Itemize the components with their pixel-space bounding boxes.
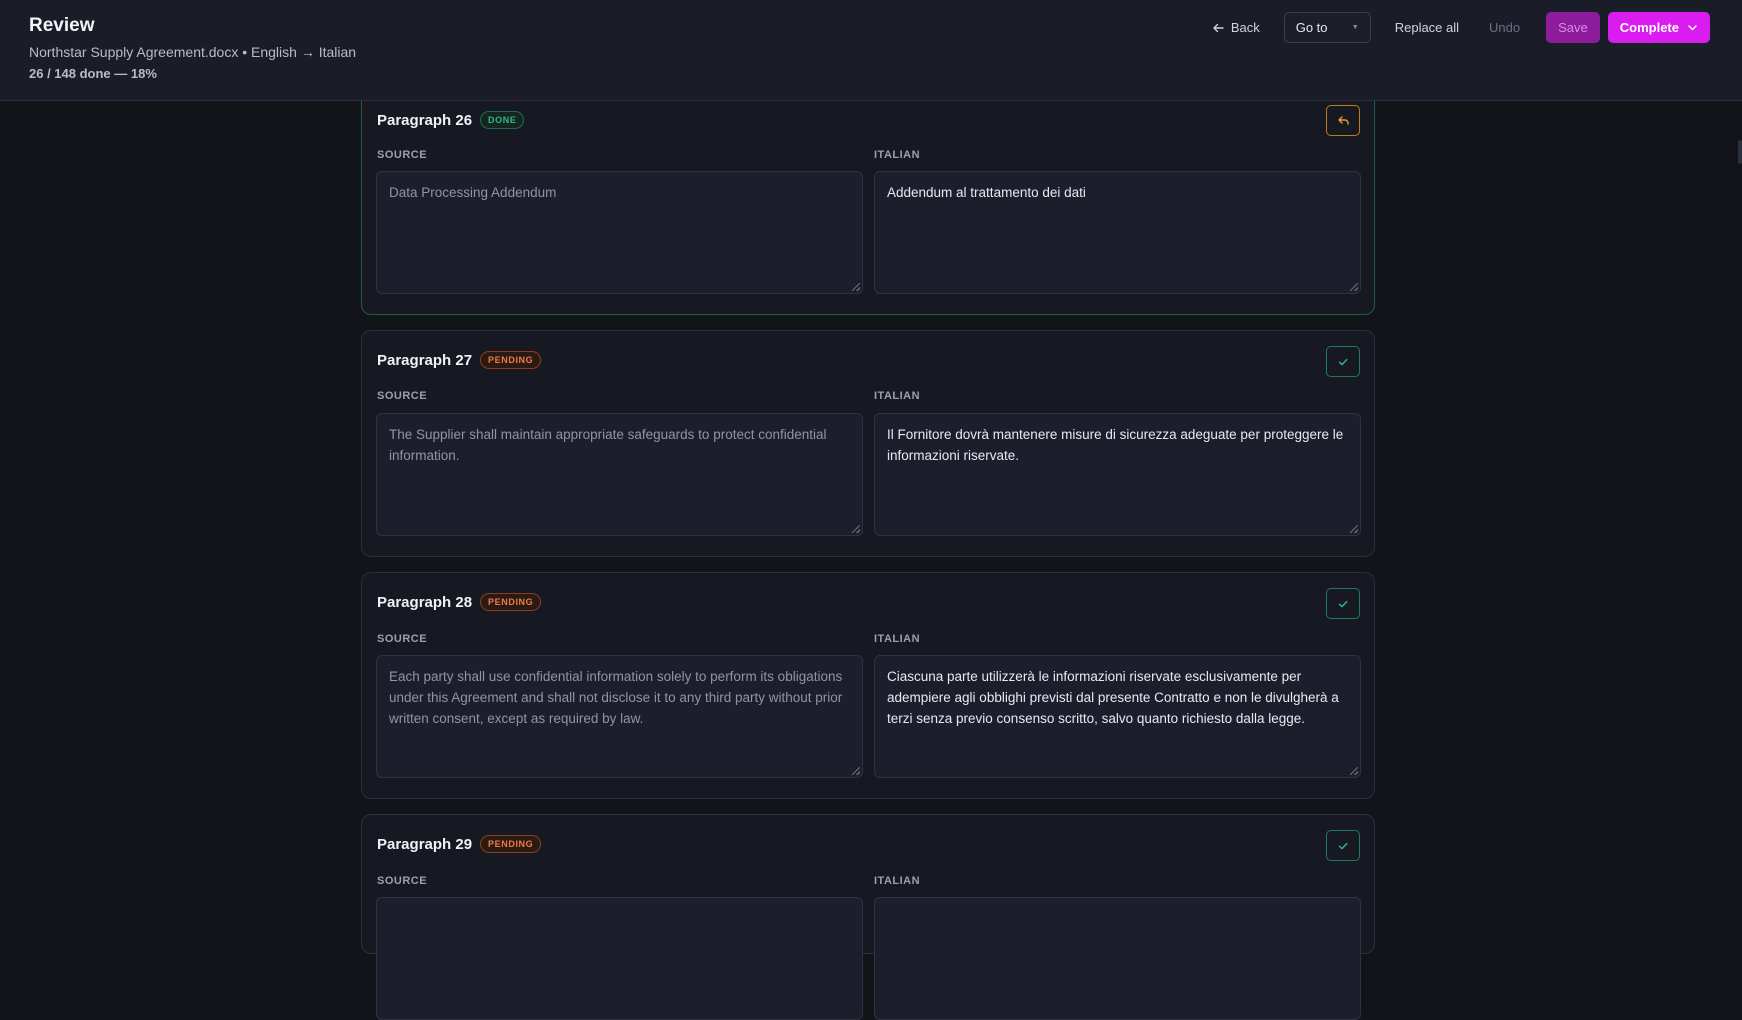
check-icon: [1338, 600, 1348, 607]
paragraph-card: Paragraph 28 PENDING SOURCE ITALIAN Each…: [361, 572, 1375, 799]
target-label: ITALIAN: [874, 390, 921, 402]
paragraph-card: Paragraph 27 PENDING SOURCE ITALIAN The …: [361, 330, 1375, 557]
replace-all-button[interactable]: Replace all: [1383, 12, 1471, 43]
resize-handle[interactable]: [852, 767, 860, 775]
paragraph-title: Paragraph 29: [377, 835, 473, 853]
arrow-left-icon: [1213, 23, 1224, 32]
review-header: Review Northstar Supply Agreement.docx •…: [0, 0, 1742, 101]
resize-handle[interactable]: [1350, 767, 1358, 775]
paragraph-header: Paragraph 28 PENDING: [377, 593, 542, 611]
status-badge: PENDING: [480, 835, 542, 853]
chevron-down-icon: [1688, 25, 1697, 31]
target-label: ITALIAN: [874, 149, 921, 161]
source-textarea[interactable]: Each party shall use confidential inform…: [376, 655, 863, 778]
translation-textarea[interactable]: Ciascuna parte utilizzerà le informazion…: [874, 655, 1361, 778]
source-text: Each party shall use confidential inform…: [389, 669, 843, 726]
target-label: ITALIAN: [874, 875, 921, 887]
translation-text: Addendum al trattamento dei dati: [887, 185, 1086, 200]
toolbar: Back Go to ▼ Replace all Undo Save Compl…: [1200, 12, 1710, 43]
source-textarea[interactable]: [376, 897, 863, 1020]
translation-textarea[interactable]: [874, 897, 1361, 1020]
paragraph-title: Paragraph 28: [377, 593, 473, 611]
progress-summary: 26 / 148 done — 18%: [29, 66, 157, 81]
save-button[interactable]: Save: [1546, 12, 1600, 43]
resize-handle[interactable]: [1350, 283, 1358, 291]
complete-button[interactable]: Complete: [1607, 12, 1710, 43]
undo-button[interactable]: Undo: [1477, 12, 1532, 43]
translation-text: Ciascuna parte utilizzerà le informazion…: [887, 669, 1339, 726]
page-title: Review: [29, 15, 95, 36]
paragraph-title: Paragraph 27: [377, 351, 473, 369]
source-text: The Supplier shall maintain appropriate …: [389, 427, 827, 463]
target-label: ITALIAN: [874, 633, 921, 645]
paragraph-title: Paragraph 26: [377, 111, 473, 129]
paragraph-header: Paragraph 27 PENDING: [377, 351, 542, 369]
approve-button[interactable]: [1326, 830, 1360, 861]
back-button[interactable]: Back: [1200, 12, 1272, 43]
status-badge: PENDING: [480, 593, 542, 611]
source-textarea[interactable]: The Supplier shall maintain appropriate …: [376, 413, 863, 536]
status-badge: DONE: [480, 111, 525, 129]
undo-arrow-icon: [1337, 116, 1349, 125]
scrollbar-thumb[interactable]: [1738, 140, 1742, 164]
paragraph-header: Paragraph 26 DONE: [377, 111, 525, 129]
source-label: SOURCE: [377, 149, 428, 161]
source-label: SOURCE: [377, 633, 428, 645]
translation-textarea[interactable]: Il Fornitore dovrà mantenere misure di s…: [874, 413, 1361, 536]
complete-button-label: Complete: [1619, 20, 1679, 35]
resize-handle[interactable]: [852, 525, 860, 533]
approve-button[interactable]: [1326, 346, 1360, 377]
approve-button[interactable]: [1326, 588, 1360, 619]
check-icon: [1338, 842, 1348, 849]
caret-down-icon: ▼: [1351, 24, 1359, 31]
translation-text: Il Fornitore dovrà mantenere misure di s…: [887, 427, 1344, 463]
resize-handle[interactable]: [852, 283, 860, 291]
paragraph-header: Paragraph 29 PENDING: [377, 835, 542, 853]
source-label: SOURCE: [377, 390, 428, 402]
source-textarea[interactable]: Data Processing Addendum: [376, 171, 863, 294]
status-badge: PENDING: [480, 351, 542, 369]
source-label: SOURCE: [377, 875, 428, 887]
goto-select[interactable]: Go to ▼: [1283, 12, 1371, 43]
document-subtitle: Northstar Supply Agreement.docx • Englis…: [29, 44, 357, 60]
paragraph-card: Paragraph 26 DONE SOURCE ITALIAN Data Pr…: [361, 84, 1375, 315]
check-icon: [1338, 358, 1348, 365]
translation-textarea[interactable]: Addendum al trattamento dei dati: [874, 171, 1361, 294]
resize-handle[interactable]: [1350, 525, 1358, 533]
undo-paragraph-button[interactable]: [1326, 105, 1360, 136]
paragraph-card: Paragraph 29 PENDING SOURCE ITALIAN: [361, 814, 1375, 1020]
back-button-label: Back: [1230, 20, 1260, 35]
goto-select-label: Go to: [1295, 20, 1328, 35]
source-text: Data Processing Addendum: [389, 185, 557, 200]
